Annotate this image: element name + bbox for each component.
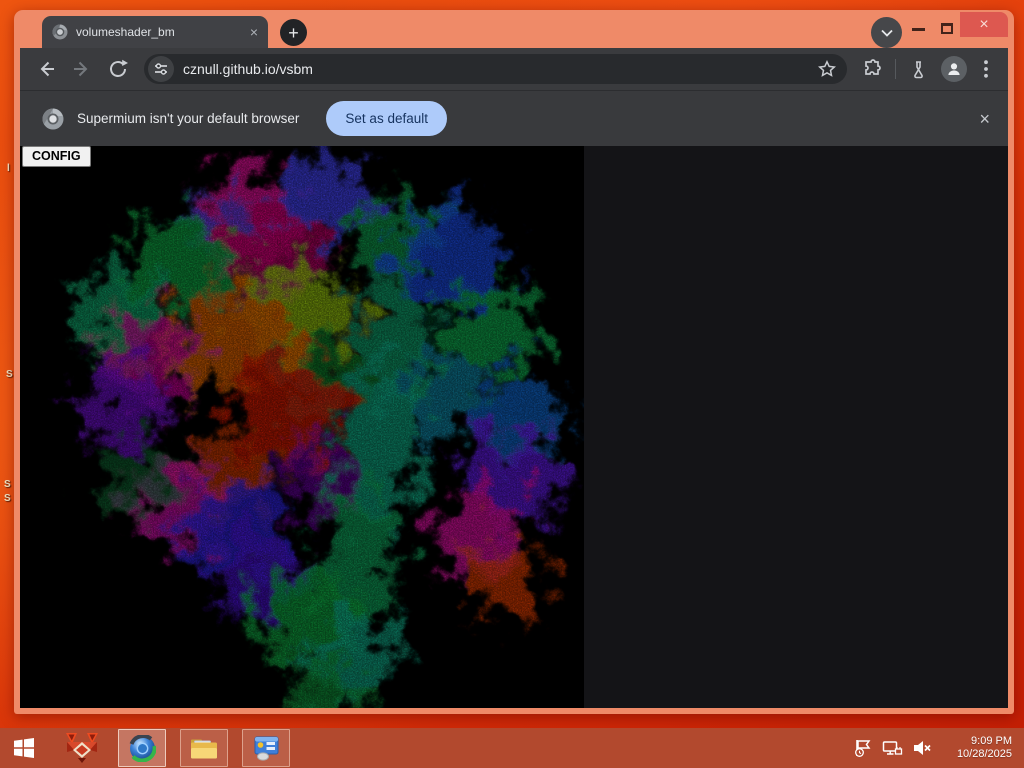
system-tray	[853, 738, 932, 758]
taskbar-fox-app-icon[interactable]	[60, 728, 104, 768]
extensions-button[interactable]	[855, 52, 891, 86]
minimize-button[interactable]	[912, 28, 925, 31]
experiments-button[interactable]	[900, 52, 936, 86]
clock-date: 10/28/2025	[956, 748, 1012, 760]
bookmark-button[interactable]	[812, 52, 842, 86]
tune-icon	[155, 63, 167, 75]
windows-logo-icon	[14, 738, 34, 758]
window-close-button[interactable]: ×	[960, 12, 1008, 37]
taskbar-browser-button[interactable]	[118, 729, 166, 767]
infobar-message: Supermium isn't your default browser	[77, 111, 300, 126]
forward-button[interactable]	[64, 52, 100, 86]
default-browser-infobar: Supermium isn't your default browser Set…	[20, 90, 1008, 146]
desktop-icon-label-fragment: l	[7, 163, 10, 174]
action-center-flag-icon[interactable]	[853, 738, 873, 758]
chevron-down-icon	[880, 29, 893, 37]
desktop-icon-label-fragment: S	[4, 493, 11, 504]
browser-logo-icon	[42, 108, 64, 129]
flask-icon	[913, 60, 923, 78]
new-tab-button[interactable]: +	[280, 19, 307, 46]
browser-toolbar: cznull.github.io/vsbm	[20, 48, 1008, 90]
site-info-button[interactable]	[148, 56, 174, 82]
taskbar: 9:09 PM 10/28/2025	[0, 728, 1024, 768]
reload-icon	[110, 59, 128, 77]
profile-avatar[interactable]	[941, 56, 967, 82]
desktop-icon-label-fragment: S	[4, 479, 11, 490]
taskbar-file-explorer-button[interactable]	[180, 729, 228, 767]
taskbar-clock[interactable]: 9:09 PM 10/28/2025	[942, 735, 1012, 761]
star-icon	[818, 60, 836, 77]
folder-icon	[191, 739, 217, 758]
menu-button[interactable]	[972, 52, 1000, 86]
settings-panel-icon	[254, 736, 278, 761]
address-bar[interactable]: cznull.github.io/vsbm	[144, 54, 847, 84]
start-button[interactable]	[2, 728, 46, 768]
tab-close-icon[interactable]: ×	[250, 25, 258, 39]
kebab-icon	[984, 60, 988, 78]
infobar-close-icon[interactable]: ×	[979, 110, 990, 128]
desktop: l S S S volumeshader_bm × + × cznull.git…	[0, 0, 1024, 768]
volume-shader-render	[20, 146, 584, 708]
tab-favicon	[52, 24, 68, 40]
titlebar[interactable]: volumeshader_bm × + ×	[14, 10, 1014, 48]
taskbar-system-utility-button[interactable]	[242, 729, 290, 767]
url-text[interactable]: cznull.github.io/vsbm	[183, 61, 803, 77]
maximize-button[interactable]	[941, 23, 953, 34]
page-content: CONFIG	[20, 146, 1008, 708]
supermium-browser-icon	[129, 734, 156, 762]
back-button[interactable]	[28, 52, 64, 86]
reload-button[interactable]	[100, 52, 136, 86]
forward-icon	[74, 61, 88, 77]
person-icon	[948, 63, 960, 75]
desktop-icon-label-fragment: S	[6, 369, 13, 380]
back-icon	[40, 61, 54, 77]
webgl-canvas[interactable]: CONFIG	[20, 146, 584, 708]
tab-title: volumeshader_bm	[76, 25, 175, 39]
tab-volumeshader[interactable]: volumeshader_bm ×	[42, 16, 268, 48]
puzzle-icon	[865, 59, 881, 75]
set-as-default-button[interactable]: Set as default	[326, 101, 447, 136]
page-background	[584, 146, 1008, 708]
network-icon[interactable]	[882, 738, 903, 758]
tab-search-button[interactable]	[871, 17, 902, 48]
volume-muted-icon[interactable]	[912, 738, 932, 758]
fox-icon	[66, 733, 98, 763]
clock-time: 9:09 PM	[971, 735, 1012, 747]
config-button[interactable]: CONFIG	[22, 146, 91, 167]
toolbar-divider	[895, 59, 896, 79]
browser-window: volumeshader_bm × + × cznull.github.io/v…	[14, 10, 1014, 714]
